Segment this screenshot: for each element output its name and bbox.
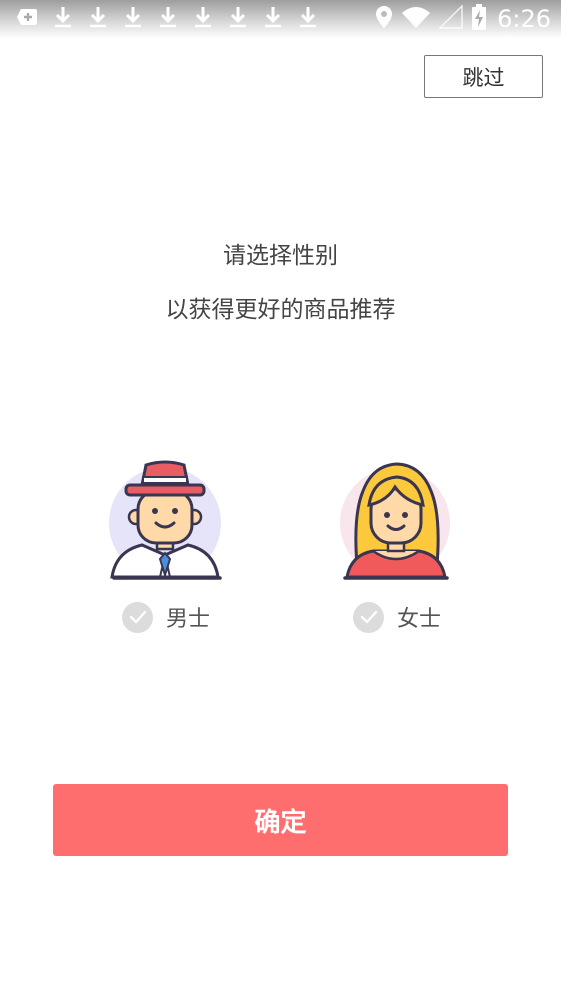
status-time: 6:26 [497, 5, 551, 33]
location-icon [375, 5, 393, 33]
status-bar: 6:26 [0, 0, 561, 38]
download-icon [88, 6, 108, 32]
gender-label-female: 女士 [397, 607, 442, 632]
download-icon [263, 6, 283, 32]
prompt-title: 请选择性别 [223, 243, 338, 269]
download-icon [158, 6, 178, 32]
system-icons: 6:26 [375, 4, 551, 34]
add-notification-icon [16, 7, 38, 31]
download-icon [298, 6, 318, 32]
prompt-subtitle: 以获得更好的商品推荐 [165, 297, 396, 323]
download-icon [193, 6, 213, 32]
gender-option-female[interactable]: 女士 [333, 455, 463, 645]
check-icon [122, 601, 153, 633]
woman-avatar-icon[interactable] [333, 455, 463, 585]
download-icon [228, 6, 248, 32]
check-icon [353, 601, 384, 633]
skip-button[interactable]: 跳过 [424, 55, 543, 98]
man-avatar-icon[interactable] [102, 455, 232, 585]
gender-label-male: 男士 [166, 607, 211, 632]
gender-check-male[interactable]: 男士 [122, 601, 210, 633]
download-icon [53, 6, 73, 32]
confirm-button[interactable]: 确定 [53, 784, 508, 856]
notification-icons [16, 6, 333, 32]
gender-check-female[interactable]: 女士 [353, 601, 441, 633]
battery-charging-icon [471, 4, 487, 34]
gender-option-male[interactable]: 男士 [102, 455, 232, 645]
wifi-icon [401, 5, 431, 33]
signal-icon [438, 4, 463, 33]
download-icon [123, 6, 143, 32]
